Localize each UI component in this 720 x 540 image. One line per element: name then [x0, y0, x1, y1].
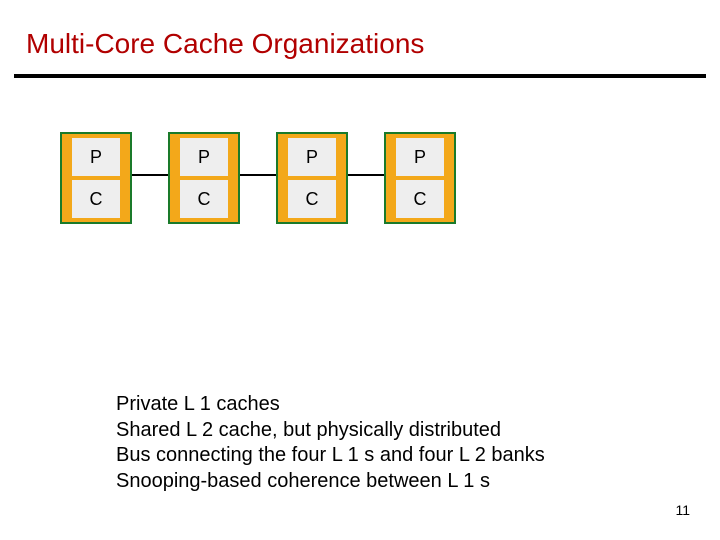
processor-cell: P	[180, 138, 228, 176]
core-block: P C	[384, 132, 456, 224]
description-line: Snooping-based coherence between L 1 s	[116, 469, 545, 495]
description-block: Private L 1 caches Shared L 2 cache, but…	[116, 392, 545, 494]
core-block: P C	[60, 132, 132, 224]
processor-cell: P	[288, 138, 336, 176]
cache-cell: C	[396, 180, 444, 218]
processor-cell: P	[72, 138, 120, 176]
description-line: Shared L 2 cache, but physically distrib…	[116, 418, 545, 444]
page-title: Multi-Core Cache Organizations	[26, 28, 424, 60]
core-block: P C	[168, 132, 240, 224]
processor-cell: P	[396, 138, 444, 176]
cache-cell: C	[180, 180, 228, 218]
cache-cell: C	[72, 180, 120, 218]
core-block: P C	[276, 132, 348, 224]
cache-cell: C	[288, 180, 336, 218]
description-line: Private L 1 caches	[116, 392, 545, 418]
title-underline	[14, 74, 706, 78]
page-number: 11	[675, 502, 690, 518]
core-row: P C P C P C P C	[60, 132, 456, 224]
description-line: Bus connecting the four L 1 s and four L…	[116, 443, 545, 469]
